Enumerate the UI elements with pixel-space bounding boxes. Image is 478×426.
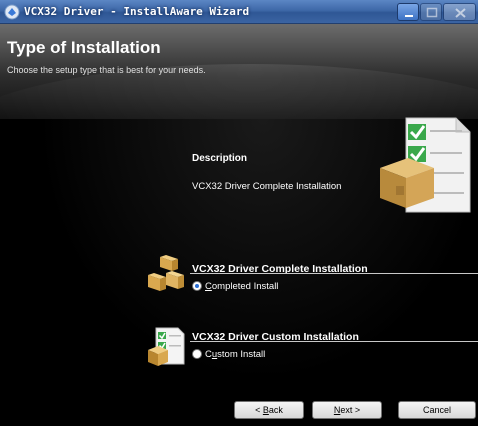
next-button[interactable]: Next > bbox=[312, 401, 382, 419]
box-with-checklist-icon bbox=[380, 117, 471, 213]
close-button[interactable] bbox=[443, 3, 476, 21]
complete-install-divider bbox=[190, 273, 478, 274]
maximize-icon bbox=[426, 7, 438, 18]
description-heading: Description bbox=[192, 153, 248, 164]
custom-install-radio[interactable] bbox=[192, 349, 202, 359]
title-bar[interactable]: VCX32 Driver - InstallAware Wizard bbox=[0, 0, 478, 24]
custom-install-divider bbox=[190, 341, 478, 342]
back-button[interactable]: < Back bbox=[234, 401, 304, 419]
minimize-icon bbox=[405, 15, 413, 17]
complete-install-label[interactable]: Completed Install bbox=[205, 281, 278, 292]
wizard-header: Type of Installation Choose the setup ty… bbox=[0, 24, 478, 119]
custom-package-icon bbox=[148, 327, 185, 366]
minimize-button[interactable] bbox=[397, 3, 419, 21]
page-subtitle: Choose the setup type that is best for y… bbox=[7, 65, 206, 75]
custom-install-label[interactable]: Custom Install bbox=[205, 349, 265, 360]
cancel-button[interactable]: Cancel bbox=[398, 401, 476, 419]
window-title: VCX32 Driver - InstallAware Wizard bbox=[24, 5, 250, 18]
maximize-button[interactable] bbox=[420, 3, 442, 21]
app-icon bbox=[4, 4, 20, 20]
boxes-icon bbox=[148, 255, 184, 291]
page-title: Type of Installation bbox=[7, 38, 161, 57]
complete-install-radio[interactable] bbox=[192, 281, 202, 291]
description-text: VCX32 Driver Complete Installation bbox=[192, 181, 342, 192]
close-icon bbox=[455, 8, 466, 18]
